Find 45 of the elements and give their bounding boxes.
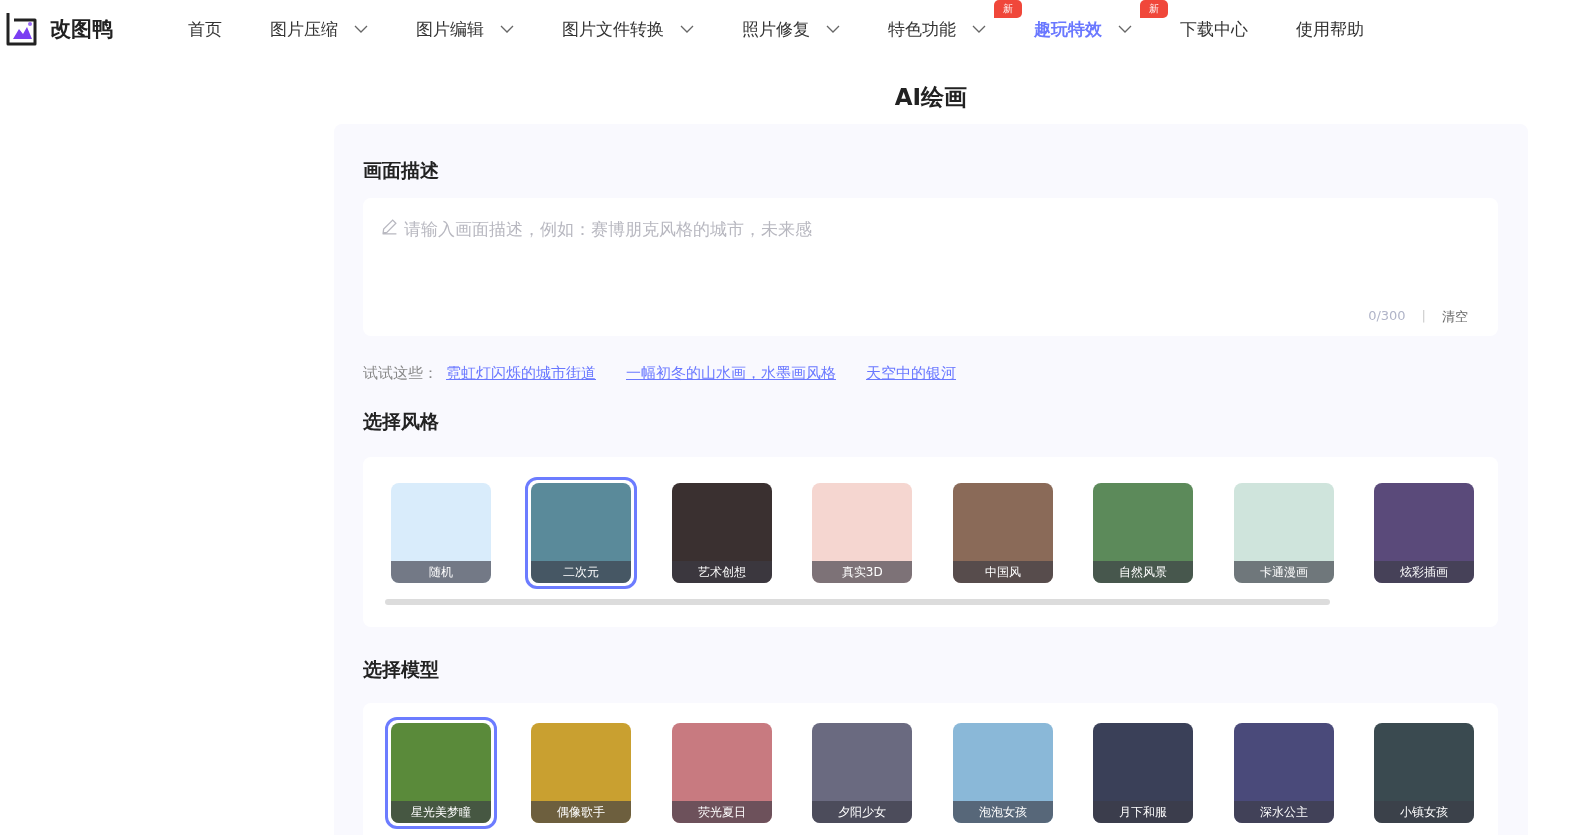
description-field[interactable]: 请输入画面描述，例如：赛博朋克风格的城市，未来感 0/300 | 清空 [363,198,1498,336]
suggestions-label: 试试这些： [363,364,438,383]
suggestion-link[interactable]: 天空中的银河 [866,364,956,383]
section-heading: 选择模型 [363,657,440,682]
pencil-icon [381,218,398,235]
model-label: 荧光夏日 [671,801,772,823]
section-heading: 画面描述 [363,158,440,183]
model-label: 泡泡女孩 [952,801,1053,823]
nav-link[interactable]: 趣玩特效 [1024,11,1142,47]
style-label: 炫彩插画 [1373,561,1474,583]
model-option[interactable]: 星光美梦瞳 [385,717,497,829]
nav-link[interactable]: 下载中心 [1170,11,1258,47]
separator: | [1421,308,1426,325]
style-label: 真实3D [812,561,913,583]
nav-link[interactable]: 图片压缩 [260,11,378,47]
model-label: 夕阳少女 [812,801,913,823]
nav-link[interactable]: 照片修复 [732,11,850,47]
style-label: 自然风景 [1093,561,1194,583]
model-label: 月下和服 [1093,801,1194,823]
model-label: 偶像歌手 [531,801,632,823]
style-option[interactable]: 二次元 [525,477,638,589]
model-label: 小镇女孩 [1373,801,1474,823]
style-label: 随机 [391,561,491,583]
character-counter: 0/300 [1368,308,1406,325]
logo-icon [4,11,40,47]
section-heading: 选择风格 [363,409,440,434]
logo-text: 改图鸭 [50,16,113,43]
nav-link[interactable]: 图片编辑 [406,11,524,47]
suggestion-link[interactable]: 霓虹灯闪烁的城市街道 [446,364,596,383]
clear-link[interactable]: 清空 [1442,308,1468,326]
model-label: 星光美梦瞳 [391,801,491,823]
style-label: 中国风 [952,561,1053,583]
style-label: 艺术创想 [671,561,772,583]
model-label: 深水公主 [1233,801,1334,823]
nav-link[interactable]: 特色功能 [878,11,996,47]
nav-link[interactable]: 首页 [178,11,232,47]
new-badge: 新 [994,0,1022,18]
style-label: 卡通漫画 [1233,561,1334,583]
page-title: AI绘画 [893,83,969,112]
nav-link[interactable]: 使用帮助 [1286,11,1374,47]
scrollbar[interactable] [385,599,1330,605]
new-badge: 新 [1140,0,1168,18]
nav-link[interactable]: 图片文件转换 [552,11,704,47]
style-label: 二次元 [531,561,632,583]
suggestion-link[interactable]: 一幅初冬的山水画，水墨画风格 [626,364,836,383]
